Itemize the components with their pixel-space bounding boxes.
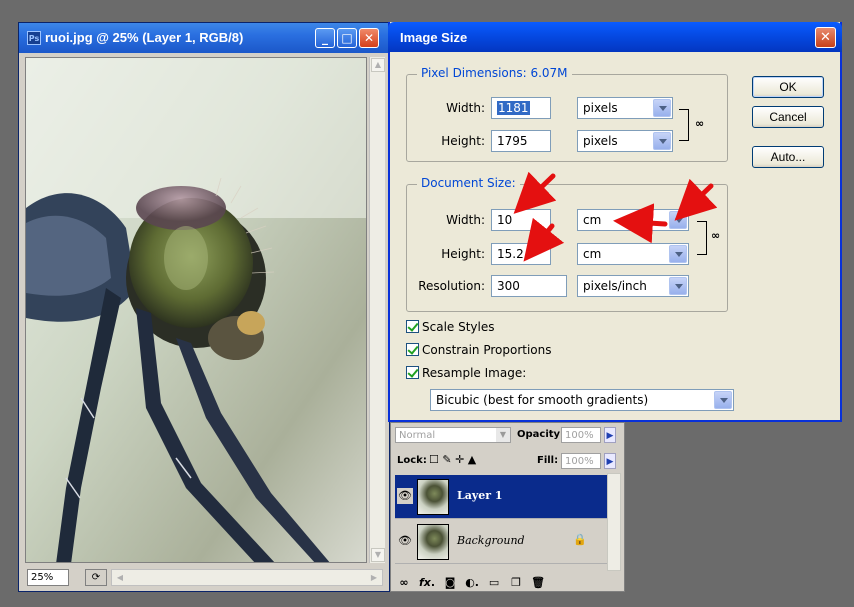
red-arrow-icon — [513, 171, 557, 214]
red-arrow-icon — [613, 203, 668, 244]
red-arrow-icon — [523, 217, 565, 262]
annotation-arrows — [513, 171, 718, 262]
red-arrow-icon — [674, 178, 718, 221]
